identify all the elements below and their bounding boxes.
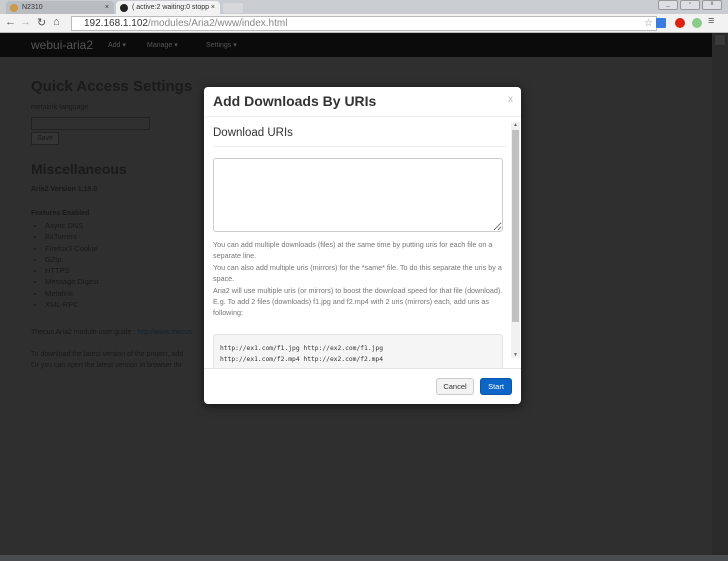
help-line: You can add multiple downloads (files) a… bbox=[213, 240, 493, 261]
help-text: You can add multiple downloads (files) a… bbox=[213, 239, 505, 319]
close-window-icon[interactable]: x bbox=[702, 0, 722, 10]
uris-textarea[interactable] bbox=[213, 158, 503, 232]
example-line: http://ex1.com/f2.mp4 http://ex2.com/f2.… bbox=[220, 356, 384, 363]
download-info: Or you can open the latest version in br… bbox=[31, 362, 182, 369]
minimize-icon[interactable]: _ bbox=[658, 0, 678, 10]
close-tab-icon[interactable]: × bbox=[105, 1, 109, 14]
page-scrollbar[interactable] bbox=[712, 33, 728, 555]
menu-settings[interactable]: Settings ▾ bbox=[206, 41, 237, 49]
guide-link[interactable]: http://www.thecus bbox=[137, 329, 192, 336]
translate-icon[interactable] bbox=[656, 18, 666, 28]
cancel-button[interactable]: Cancel bbox=[436, 378, 474, 395]
forward-icon[interactable]: → bbox=[20, 16, 31, 28]
home-icon[interactable]: ⌂ bbox=[53, 16, 60, 28]
menu-manage[interactable]: Manage ▾ bbox=[147, 41, 178, 49]
app-navbar: webui-aria2 Add ▾ Manage ▾ Settings ▾ bbox=[0, 33, 712, 57]
feature-item: Async DNS bbox=[45, 220, 99, 231]
divider bbox=[213, 146, 507, 147]
metalink-language-input[interactable] bbox=[31, 117, 150, 130]
feature-item: BitTorrent bbox=[45, 231, 99, 242]
feature-item: HTTPS bbox=[45, 265, 99, 276]
feature-item: Metalink bbox=[45, 288, 99, 299]
start-button[interactable]: Start bbox=[480, 378, 512, 395]
quick-access-title: Quick Access Settings bbox=[31, 78, 193, 95]
features-title: Features Enabled bbox=[31, 210, 90, 217]
back-icon[interactable]: ← bbox=[5, 16, 16, 28]
field-label: metalink-language bbox=[31, 104, 89, 111]
download-info: To download the latest version of the pr… bbox=[31, 351, 184, 358]
scroll-down-icon[interactable]: ▼ bbox=[513, 352, 518, 358]
extension-icon[interactable] bbox=[692, 18, 702, 28]
section-title: Download URIs bbox=[213, 127, 293, 139]
adblock-icon[interactable] bbox=[675, 18, 685, 28]
taskbar bbox=[0, 555, 728, 561]
save-button[interactable]: Save bbox=[31, 132, 59, 145]
guide-text: Thecus Aria2 module user guide : http://… bbox=[31, 329, 192, 336]
browser-toolbar: ← → ↻ ⌂ 192.168.1.102/modules/Aria2/www/… bbox=[0, 14, 728, 33]
feature-item: Firefox3 Cookie bbox=[45, 243, 99, 254]
address-bar[interactable]: 192.168.1.102/modules/Aria2/www/index.ht… bbox=[71, 16, 657, 31]
misc-title: Miscellaneous bbox=[31, 161, 127, 177]
help-line: Aria2 will use multiple uris (or mirrors… bbox=[213, 285, 503, 295]
url-path: /modules/Aria2/www/index.html bbox=[147, 18, 288, 29]
add-downloads-modal: Add Downloads By URIs x Download URIs Yo… bbox=[204, 87, 521, 404]
help-line: You can also add multiple uris (mirrors)… bbox=[213, 262, 502, 284]
new-tab-button[interactable] bbox=[223, 3, 243, 13]
tab-strip: N2310 × ( active:2 waiting:0 stopp × _ ▫ x bbox=[0, 0, 728, 14]
brand[interactable]: webui-aria2 bbox=[31, 38, 93, 52]
example-code: http://ex1.com/f1.jpg http://ex2.com/f1.… bbox=[213, 334, 503, 368]
feature-item: Message Digest bbox=[45, 276, 99, 287]
tab-title: N2310 bbox=[22, 4, 43, 11]
reload-icon[interactable]: ↻ bbox=[37, 16, 46, 29]
close-icon[interactable]: x bbox=[508, 94, 513, 105]
tab-n2310[interactable]: N2310 × bbox=[6, 1, 114, 14]
favicon-icon bbox=[120, 4, 128, 12]
scroll-up-icon[interactable]: ▲ bbox=[513, 122, 518, 128]
star-icon[interactable]: ☆ bbox=[644, 17, 653, 30]
modal-title: Add Downloads By URIs bbox=[213, 93, 377, 109]
features-list: Async DNS BitTorrent Firefox3 Cookie GZi… bbox=[45, 220, 99, 310]
url-host: 192.168.1.102 bbox=[84, 18, 148, 29]
version-text: Aria2 Version 1.18.0 bbox=[31, 186, 98, 193]
close-tab-icon[interactable]: × bbox=[211, 1, 215, 14]
menu-icon[interactable]: ≡ bbox=[708, 15, 714, 27]
guide-label: Thecus Aria2 module user guide : bbox=[31, 329, 138, 336]
menu-add[interactable]: Add ▾ bbox=[108, 41, 126, 49]
feature-item: GZip bbox=[45, 254, 99, 265]
maximize-icon[interactable]: ▫ bbox=[680, 0, 700, 10]
tab-title: ( active:2 waiting:0 stopp bbox=[132, 4, 210, 11]
help-line: E.g. To add 2 files (downloads) f1.jpg a… bbox=[213, 297, 489, 318]
example-line: http://ex1.com/f1.jpg http://ex2.com/f1.… bbox=[220, 345, 384, 352]
favicon-icon bbox=[10, 4, 18, 12]
feature-item: XML-RPC bbox=[45, 299, 99, 310]
modal-scrollbar[interactable]: ▲ ▼ bbox=[511, 122, 520, 358]
tab-aria2[interactable]: ( active:2 waiting:0 stopp × bbox=[116, 1, 220, 14]
